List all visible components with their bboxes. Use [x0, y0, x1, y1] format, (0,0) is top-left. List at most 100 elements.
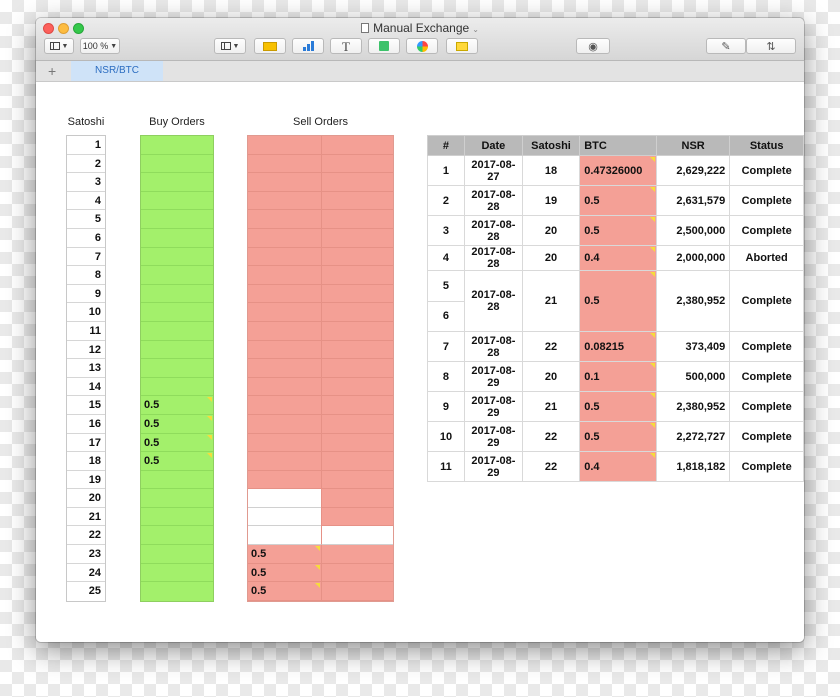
- sell-order-cell-2[interactable]: [321, 210, 393, 229]
- satoshi-cell[interactable]: 13: [67, 359, 105, 378]
- buy-order-cell[interactable]: [141, 192, 213, 211]
- buy-order-cell[interactable]: [141, 508, 213, 527]
- sell-order-cell[interactable]: [248, 396, 321, 415]
- insert-button[interactable]: ▼: [214, 38, 246, 54]
- zoom-select[interactable]: 100 % ▼: [80, 38, 120, 54]
- column-header[interactable]: Date: [463, 135, 523, 156]
- sell-order-cell-2[interactable]: [321, 414, 393, 434]
- sell-order-cell-2[interactable]: [321, 191, 393, 211]
- table-cell-satoshi[interactable]: 22: [521, 331, 581, 362]
- table-cell-num[interactable]: 8: [427, 361, 465, 392]
- sell-order-cell-2[interactable]: [321, 321, 393, 341]
- satoshi-cell[interactable]: 24: [67, 564, 105, 583]
- buy-order-cell[interactable]: [141, 564, 213, 583]
- buy-order-cell[interactable]: [141, 341, 213, 360]
- satoshi-cell[interactable]: 4: [67, 192, 105, 211]
- buy-order-cell[interactable]: [141, 173, 213, 192]
- format-button[interactable]: ✎: [706, 38, 746, 54]
- sell-order-cell-2[interactable]: [321, 228, 393, 248]
- column-header[interactable]: Status: [729, 135, 804, 156]
- table-cell-date[interactable]: 2017-08-28: [463, 215, 523, 246]
- table-cell-nsr[interactable]: 2,272,727: [656, 421, 731, 452]
- buy-order-cell[interactable]: [141, 136, 213, 155]
- sell-order-cell-2[interactable]: [321, 303, 393, 322]
- sell-order-cell[interactable]: [248, 340, 321, 360]
- comment-button[interactable]: [446, 38, 478, 54]
- table-cell-nsr[interactable]: 2,629,222: [656, 155, 731, 186]
- buy-order-cell[interactable]: [141, 210, 213, 229]
- sell-order-cell[interactable]: [248, 507, 321, 527]
- satoshi-cell[interactable]: 8: [67, 266, 105, 285]
- satoshi-cell[interactable]: 3: [67, 173, 105, 192]
- table-cell-nsr[interactable]: 2,631,579: [656, 185, 731, 216]
- sell-order-cell[interactable]: [248, 359, 321, 378]
- buy-order-cell[interactable]: [141, 545, 213, 564]
- table-cell-btc[interactable]: 0.5: [579, 421, 658, 452]
- column-header[interactable]: #: [427, 135, 465, 156]
- organize-button[interactable]: ⇅: [746, 38, 796, 54]
- buy-order-cell[interactable]: [141, 155, 213, 174]
- sell-order-cell[interactable]: [248, 377, 321, 397]
- sell-order-cell[interactable]: 0.5: [248, 582, 321, 601]
- table-cell-satoshi[interactable]: 20: [521, 361, 581, 392]
- sell-order-cell[interactable]: 0.5: [248, 545, 321, 564]
- sell-order-cell-2[interactable]: [321, 377, 393, 397]
- table-cell-btc[interactable]: 0.4: [579, 451, 658, 482]
- sell-order-cell-2[interactable]: [321, 507, 393, 527]
- sell-order-cell-2[interactable]: [321, 154, 393, 174]
- table-cell-satoshi[interactable]: 21: [521, 270, 581, 332]
- table-cell-nsr[interactable]: 2,000,000: [656, 245, 731, 271]
- view-button[interactable]: ▼: [44, 38, 74, 54]
- sell-order-cell-2[interactable]: [321, 470, 393, 490]
- sell-order-cell-2[interactable]: [321, 489, 393, 508]
- table-cell-nsr[interactable]: 373,409: [656, 331, 731, 362]
- text-button[interactable]: T: [330, 38, 362, 54]
- sell-order-cell-2[interactable]: [321, 266, 393, 285]
- buy-order-cell[interactable]: [141, 266, 213, 285]
- table-cell-btc[interactable]: 0.47326000: [579, 155, 658, 186]
- sell-order-cell[interactable]: [248, 247, 321, 267]
- sell-order-cell[interactable]: [248, 303, 321, 322]
- sell-order-cell-2[interactable]: [321, 340, 393, 360]
- buy-order-cell[interactable]: [141, 285, 213, 304]
- satoshi-cell[interactable]: 21: [67, 508, 105, 527]
- sell-order-cell-2[interactable]: [321, 452, 393, 471]
- table-cell-nsr[interactable]: 2,380,952: [656, 270, 731, 332]
- sell-order-cell[interactable]: [248, 470, 321, 490]
- sell-order-cell-2[interactable]: [321, 563, 393, 583]
- column-header[interactable]: NSR: [656, 135, 731, 156]
- table-cell-satoshi[interactable]: 22: [521, 421, 581, 452]
- satoshi-cell[interactable]: 25: [67, 582, 105, 601]
- table-cell-btc[interactable]: 0.5: [579, 391, 658, 422]
- buy-order-cell[interactable]: [141, 322, 213, 341]
- chart-button[interactable]: [292, 38, 324, 54]
- sell-order-cell-2[interactable]: [321, 173, 393, 192]
- sell-order-cell-2[interactable]: [321, 359, 393, 378]
- satoshi-cell[interactable]: 1: [67, 136, 105, 155]
- table-cell-satoshi[interactable]: 22: [521, 451, 581, 482]
- table-cell-date[interactable]: 2017-08-28: [463, 270, 523, 332]
- satoshi-cell[interactable]: 17: [67, 434, 105, 453]
- buy-order-cell[interactable]: [141, 248, 213, 267]
- table-cell-date[interactable]: 2017-08-28: [463, 185, 523, 216]
- sell-order-cell-2[interactable]: [321, 136, 393, 155]
- sell-order-cell-2[interactable]: [321, 433, 393, 453]
- tab-nsr-btc[interactable]: NSR/BTC: [71, 61, 163, 81]
- table-cell-num[interactable]: 2: [427, 185, 465, 216]
- table-cell-date[interactable]: 2017-08-29: [463, 451, 523, 482]
- table-cell-num[interactable]: 7: [427, 331, 465, 362]
- collaborate-button[interactable]: ◉: [576, 38, 610, 54]
- table-cell-date[interactable]: 2017-08-29: [463, 361, 523, 392]
- table-cell-status[interactable]: Complete: [729, 270, 804, 332]
- sell-order-cell-2[interactable]: [321, 396, 393, 415]
- sell-order-cell-2[interactable]: [321, 545, 393, 564]
- satoshi-cell[interactable]: 6: [67, 229, 105, 248]
- sell-order-cell[interactable]: [248, 136, 321, 155]
- sell-order-cell[interactable]: 0.5: [248, 563, 321, 583]
- sell-order-cell[interactable]: [248, 414, 321, 434]
- table-cell-satoshi[interactable]: 18: [521, 155, 581, 186]
- sell-order-cell[interactable]: [248, 526, 321, 546]
- table-cell-satoshi[interactable]: 19: [521, 185, 581, 216]
- table-cell-btc[interactable]: 0.5: [579, 270, 658, 332]
- table-cell-btc[interactable]: 0.08215: [579, 331, 658, 362]
